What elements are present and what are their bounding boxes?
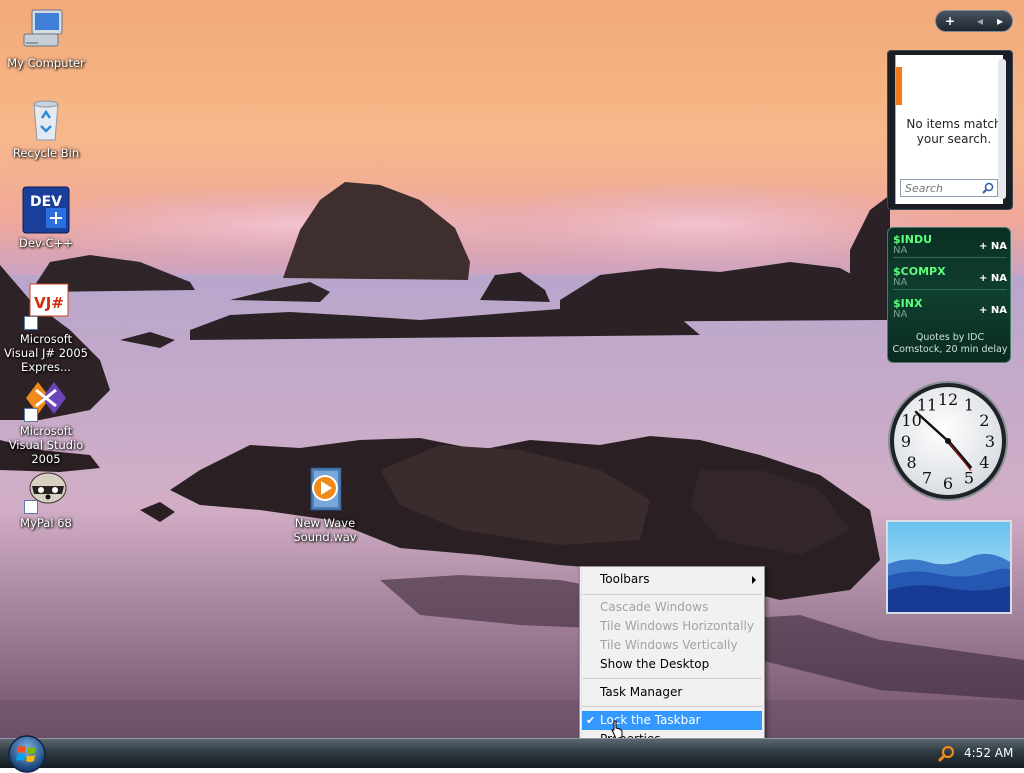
clock-numeral: 4: [979, 453, 989, 472]
desktop-icon-label: Microsoft Visual J# 2005 Expres...: [4, 332, 88, 374]
desktop-icon-label: New Wave Sound.wav: [293, 516, 357, 544]
menu-item-cascade-windows[interactable]: Cascade Windows: [582, 598, 762, 617]
wave-sound-file-icon: [301, 466, 349, 514]
stock-row[interactable]: $INDU NA + NA: [893, 233, 1007, 263]
menu-separator: [582, 706, 762, 707]
contacts-search-input[interactable]: Search: [900, 179, 998, 197]
menu-item-lock-taskbar[interactable]: ✔ Lock the Taskbar: [582, 711, 762, 730]
search-tray-icon[interactable]: [938, 745, 956, 763]
wallpaper: [0, 0, 1024, 738]
menu-item-label: Toolbars: [600, 572, 650, 586]
stock-divider: [893, 257, 1007, 258]
stock-row[interactable]: $COMPX NA + NA: [893, 265, 1007, 295]
checkmark-icon: ✔: [586, 714, 596, 727]
desktop-icon-new-wave-sound[interactable]: New Wave Sound.wav: [280, 466, 370, 544]
mouse-cursor-icon: [611, 720, 623, 738]
contacts-gadget[interactable]: No items match your search. Search: [887, 50, 1013, 210]
stock-row[interactable]: $INX NA + NA: [893, 297, 1007, 327]
desktop-icon-label: Dev-C++: [19, 236, 73, 250]
menu-item-label: Show the Desktop: [600, 657, 710, 671]
system-tray: 4:52 AM: [930, 739, 1024, 768]
desktop-icon-recycle-bin[interactable]: Recycle Bin: [1, 96, 91, 160]
clock-numeral: 2: [979, 411, 989, 430]
desktop-icon-mypal[interactable]: MyPal 68: [1, 466, 91, 530]
slideshow-gadget[interactable]: [886, 520, 1012, 614]
clock-numeral: 9: [901, 432, 911, 451]
contacts-empty-message: No items match your search.: [906, 117, 1002, 146]
clock-numeral: 7: [922, 468, 932, 487]
desktop-icon-label: Recycle Bin: [12, 146, 80, 160]
menu-separator: [582, 594, 762, 595]
vjsharp-badge: VJ#: [34, 294, 64, 312]
dev-cpp-icon: DEV: [22, 186, 70, 234]
taskbar[interactable]: 4:52 AM: [0, 735, 1024, 773]
menu-item-label: Tile Windows Vertically: [600, 638, 738, 652]
sidebar-controls: + ◂ ▸: [935, 10, 1013, 32]
submenu-arrow-icon: [752, 576, 756, 584]
stock-value: NA: [893, 277, 908, 288]
recycle-bin-icon: [22, 96, 70, 144]
visual-jsharp-icon: VJ#: [22, 282, 70, 330]
clock-gadget[interactable]: 12 1234567891011: [886, 380, 1012, 502]
desktop-icon-label: MyPal 68: [20, 516, 72, 530]
shortcut-arrow-icon: [24, 408, 38, 422]
previous-page-button[interactable]: ◂: [972, 11, 988, 31]
next-page-button[interactable]: ▸: [992, 11, 1008, 31]
visual-studio-icon: [22, 374, 70, 422]
menu-item-tile-horizontally[interactable]: Tile Windows Horizontally: [582, 617, 762, 636]
clock-numeral: 3: [985, 432, 995, 451]
search-placeholder: Search: [905, 182, 944, 195]
stock-change: + NA: [979, 273, 1007, 284]
stock-value: NA: [893, 245, 908, 256]
mypal-icon: [22, 466, 70, 514]
menu-item-task-manager[interactable]: Task Manager: [582, 683, 762, 702]
dev-cpp-badge: DEV: [30, 194, 62, 210]
add-gadget-button[interactable]: +: [939, 11, 961, 31]
contacts-panel: No items match your search. Search: [895, 55, 1003, 204]
menu-item-show-desktop[interactable]: Show the Desktop: [582, 655, 762, 674]
contacts-tab[interactable]: [896, 67, 902, 105]
clock-numeral: 11: [917, 396, 937, 415]
menu-item-label: Cascade Windows: [600, 600, 709, 614]
menu-separator: [582, 678, 762, 679]
clock-numeral: 8: [907, 453, 917, 472]
clock-numeral: 12: [938, 390, 958, 409]
taskbar-context-menu: Toolbars Cascade Windows Tile Windows Ho…: [579, 566, 765, 738]
stock-value: NA: [893, 309, 908, 320]
desktop-icon-dev-cpp[interactable]: DEV Dev-C++: [1, 186, 91, 250]
search-icon[interactable]: [982, 182, 994, 194]
menu-item-label: Task Manager: [600, 685, 683, 699]
clock-numeral: 1: [964, 396, 974, 415]
stocks-gadget[interactable]: $INDU NA + NA $COMPX NA + NA $INX NA + N…: [887, 227, 1011, 363]
desktop-icon-visual-jsharp[interactable]: VJ# Microsoft Visual J# 2005 Expres...: [1, 282, 91, 374]
taskbar-clock[interactable]: 4:52 AM: [964, 746, 1013, 760]
my-computer-icon: [22, 6, 70, 54]
desktop-icon-label: Microsoft Visual Studio 2005: [8, 424, 84, 466]
shortcut-arrow-icon: [24, 316, 38, 330]
desktop-icon-my-computer[interactable]: My Computer: [1, 6, 91, 70]
stock-change: + NA: [979, 241, 1007, 252]
desktop-icon-visual-studio[interactable]: Microsoft Visual Studio 2005: [1, 374, 91, 466]
shortcut-arrow-icon: [24, 500, 38, 514]
contacts-scrollbar[interactable]: [998, 59, 1006, 199]
menu-item-properties[interactable]: Properties: [582, 730, 762, 738]
stock-change: + NA: [979, 305, 1007, 316]
stock-divider: [893, 289, 1007, 290]
menu-item-label: Tile Windows Horizontally: [600, 619, 754, 633]
menu-item-toolbars[interactable]: Toolbars: [582, 570, 762, 589]
stocks-attribution: Quotes by IDC Comstock, 20 min delay: [892, 332, 1008, 355]
desktop[interactable]: My Computer Recycle Bin DEV Dev-C++ VJ# …: [0, 0, 1024, 738]
desktop-icon-label: My Computer: [7, 56, 85, 70]
clock-numeral: 6: [943, 474, 953, 493]
start-button[interactable]: [6, 733, 48, 773]
clock-numeral: 5: [964, 468, 974, 487]
menu-item-tile-vertically[interactable]: Tile Windows Vertically: [582, 636, 762, 655]
